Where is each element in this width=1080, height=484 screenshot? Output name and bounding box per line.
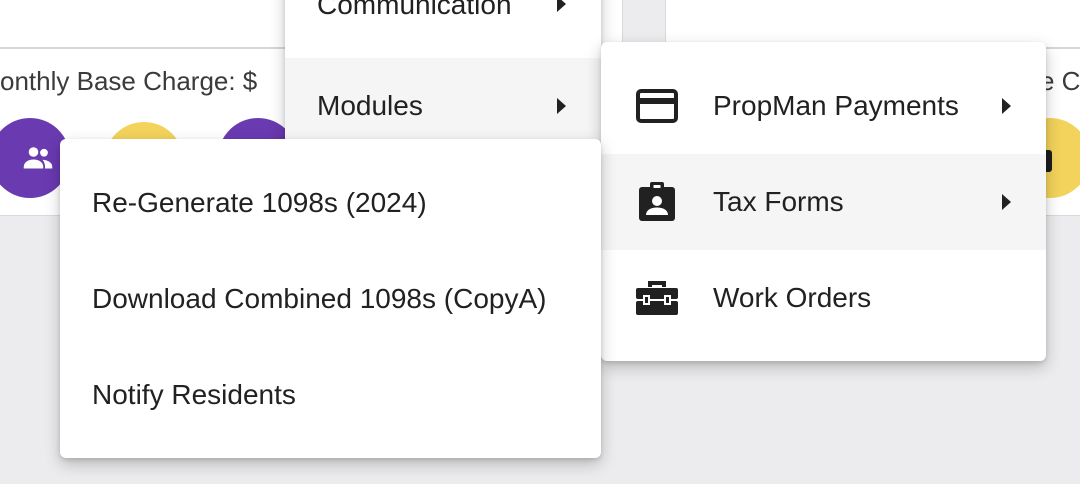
modules-submenu: PropMan Payments Tax Forms Work Orders xyxy=(601,42,1046,361)
chevron-right-icon xyxy=(1002,98,1011,114)
main-dropdown-menu: Communication Modules xyxy=(285,0,601,160)
menu-item-label: Tax Forms xyxy=(713,186,844,217)
base-charge-label-right: e C xyxy=(1040,66,1080,96)
chevron-right-icon xyxy=(1002,194,1011,210)
credit-card-icon xyxy=(635,84,679,128)
menu-item-label: Notify Residents xyxy=(92,379,296,410)
id-badge-icon xyxy=(635,180,679,224)
chevron-right-icon xyxy=(557,0,566,12)
chevron-right-icon xyxy=(557,98,566,114)
menu-item-propman-payments[interactable]: PropMan Payments xyxy=(601,58,1046,154)
menu-item-label: PropMan Payments xyxy=(713,90,959,121)
page: onthly Base Charge: $ e C Communication … xyxy=(0,0,1080,484)
menu-item-label: Download Combined 1098s (CopyA) xyxy=(92,283,547,314)
people-icon xyxy=(23,147,53,169)
menu-item-label: Work Orders xyxy=(713,282,872,313)
menu-item-download-combined-1098s[interactable]: Download Combined 1098s (CopyA) xyxy=(60,251,601,347)
menu-item-label: Modules xyxy=(317,90,423,121)
toolbox-icon xyxy=(635,276,679,320)
monthly-base-charge-label: onthly Base Charge: $ xyxy=(0,66,258,96)
menu-item-label: Communication xyxy=(317,0,512,20)
menu-item-regenerate-1098s[interactable]: Re-Generate 1098s (2024) xyxy=(60,155,601,251)
menu-item-tax-forms[interactable]: Tax Forms xyxy=(601,154,1046,250)
menu-item-work-orders[interactable]: Work Orders xyxy=(601,250,1046,346)
tax-forms-submenu: Re-Generate 1098s (2024) Download Combin… xyxy=(60,139,601,458)
menu-item-notify-residents[interactable]: Notify Residents xyxy=(60,347,601,443)
menu-item-communication[interactable]: Communication xyxy=(285,0,601,52)
menu-item-label: Re-Generate 1098s (2024) xyxy=(92,187,427,218)
